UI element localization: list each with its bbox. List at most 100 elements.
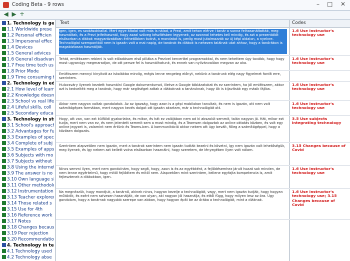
tree-item-label: 1.8 Prior Mode bbox=[7, 69, 39, 75]
tree-item-label: 2.1 How level of learn bbox=[7, 87, 54, 93]
code-color-icon bbox=[2, 219, 6, 223]
tree-item-label: 3.17 Notes bbox=[7, 219, 31, 225]
tree-item-label: 3.6 Subjects with mo bbox=[7, 153, 54, 159]
code-color-icon bbox=[2, 21, 6, 25]
table-row-codes[interactable]: 1.6 Use instructor's technology use bbox=[292, 29, 348, 54]
tree-item-label: 3.13 Teacher explored bbox=[7, 195, 54, 201]
code-color-icon bbox=[2, 255, 6, 259]
tree-item-label: 2.4 Lifeful skills, coll bbox=[7, 105, 52, 111]
tree-item-label: 1.6 General disadvan bbox=[7, 57, 54, 63]
table-row-text[interactable]: Tehát, emlékszem rebleni is volt előadás… bbox=[59, 57, 287, 69]
tree-item-label: 3.4 Complete of subj bbox=[7, 141, 53, 147]
code-color-icon bbox=[2, 237, 6, 241]
table-row-codes[interactable]: 1.6 Use instructor's technology use bbox=[292, 167, 348, 187]
table-row-codes[interactable]: 1.6 Use instructor's technology use bbox=[292, 102, 348, 114]
tree-item-label: 1.4 Devices bbox=[7, 45, 33, 51]
tree-item-label: 3.19 Peer rejection bbox=[7, 231, 49, 237]
row-divider bbox=[56, 100, 350, 101]
row-divider bbox=[56, 81, 350, 82]
code-color-icon bbox=[2, 87, 6, 91]
tree-item-label: 3.1 School's approach bbox=[7, 123, 54, 129]
table-row-codes[interactable]: 1.6 Use instructor's technology use bbox=[292, 57, 348, 69]
code-color-icon bbox=[2, 123, 6, 127]
code-color-icon bbox=[2, 75, 6, 79]
table-row-text[interactable]: Igen, igen, es szokásokkallal. Mert egye… bbox=[59, 29, 287, 54]
tree-item[interactable]: 4.2 Technology abse bbox=[2, 255, 54, 261]
row-divider bbox=[56, 115, 350, 116]
tree-item-label: 1.1 Worldwide prese bbox=[7, 27, 52, 33]
code-color-icon bbox=[2, 99, 6, 103]
table-row-text[interactable]: Nincs semmi ilyen, mert nem gondolnám, h… bbox=[59, 167, 287, 187]
tree-item-label: 3.10 Own language sk bbox=[7, 177, 54, 183]
code-color-icon bbox=[2, 171, 6, 175]
tree-item-label: 3.8 Using the internet bbox=[7, 165, 54, 171]
window-title: Coding Beta - 9 rows bbox=[12, 2, 65, 8]
table-row-text[interactable]: Na megnézzük, hogy mondjuk, a tanárnő, a… bbox=[59, 190, 287, 218]
code-color-icon bbox=[2, 129, 6, 133]
title-bar: Coding Beta - 9 rows – □ ✕ bbox=[0, 0, 350, 11]
nav-back-icon[interactable]: ◀ bbox=[3, 12, 9, 18]
tree-item-label: 2.3 School vs real life bbox=[7, 99, 54, 105]
code-color-icon bbox=[2, 207, 6, 211]
code-color-icon bbox=[2, 153, 6, 157]
code-color-icon bbox=[2, 93, 6, 97]
table-row-text[interactable]: Akkor nem nagyon voltak gondolatok. Az a… bbox=[59, 102, 287, 114]
toolbar: ◀ ▶ + bbox=[0, 11, 350, 20]
code-color-icon bbox=[2, 105, 6, 109]
tree-item-label: 3.5 Examples of apps bbox=[7, 147, 54, 153]
code-color-icon bbox=[2, 225, 6, 229]
row-divider bbox=[56, 188, 350, 189]
table-row-codes[interactable]: 3.15 Changes because of Covid bbox=[292, 144, 348, 164]
minimize-button[interactable]: – bbox=[312, 0, 324, 10]
code-color-icon bbox=[2, 135, 6, 139]
column-header-codes[interactable]: Codes bbox=[292, 20, 306, 27]
table-header: Text Codes bbox=[56, 20, 350, 28]
code-color-icon bbox=[2, 249, 6, 253]
code-color-icon bbox=[2, 177, 6, 181]
tree-item-label: 3.14 Those related s bbox=[7, 201, 52, 207]
table-row-text[interactable]: Emlékszem mennyi kinyitott az iskolákba … bbox=[59, 72, 287, 80]
tree-item-label: 4. Technology in teachin bbox=[7, 243, 54, 249]
add-icon[interactable]: + bbox=[19, 12, 25, 18]
tree-item-label: 3.7 Subjects without bbox=[7, 159, 52, 165]
tree-item-label: 2.2 Knowledge doesn' bbox=[7, 93, 54, 99]
tree-item-label: 3.18 Changes becaus bbox=[7, 225, 54, 231]
table-row-codes[interactable]: 1.6 Use instructor's technology use bbox=[292, 83, 348, 99]
table-row-text[interactable]: Hulocsváry ilyenek kezdett használni Goo… bbox=[59, 83, 287, 99]
nav-forward-icon[interactable]: ▶ bbox=[11, 12, 17, 18]
code-color-icon bbox=[2, 69, 6, 73]
tree-item-label: 3.16 Reference work bbox=[7, 213, 53, 219]
tree-item-label: 3.12 Instrumentation bbox=[7, 189, 54, 195]
close-button[interactable]: ✕ bbox=[337, 0, 349, 10]
row-divider bbox=[56, 70, 350, 71]
code-color-icon bbox=[2, 81, 6, 85]
app-icon bbox=[3, 2, 9, 8]
code-color-icon bbox=[2, 165, 6, 169]
table-row-codes[interactable] bbox=[292, 72, 348, 80]
code-color-icon bbox=[2, 159, 6, 163]
table-row-codes[interactable]: 3.5 Use subjects integrating technology bbox=[292, 117, 348, 141]
code-color-icon bbox=[2, 27, 6, 31]
tree-item-label: 3.9 The answer is no bbox=[7, 171, 53, 177]
code-color-icon bbox=[2, 243, 6, 247]
code-color-icon bbox=[2, 39, 6, 43]
code-color-icon bbox=[2, 195, 6, 199]
tree-item-label: 3.3 Examples of spec bbox=[7, 135, 54, 141]
code-color-icon bbox=[2, 141, 6, 145]
maximize-button[interactable]: □ bbox=[324, 0, 336, 10]
row-divider bbox=[56, 219, 350, 220]
coding-table: Text Codes Igen, igen, es szokásokkallal… bbox=[56, 20, 350, 261]
tree-item-label: 1.3 Impersonal effec bbox=[7, 39, 53, 45]
code-color-icon bbox=[2, 63, 6, 67]
column-header-text[interactable]: Text bbox=[60, 20, 69, 27]
tree-item-label: 3.20 Recommendatio bbox=[7, 237, 54, 243]
column-divider[interactable] bbox=[289, 20, 290, 261]
table-row-text[interactable]: Szerintem alapvetően nem igazán, mert a … bbox=[59, 144, 287, 164]
tree-item-label: 3.2 Advantages for fu bbox=[7, 129, 54, 135]
code-color-icon bbox=[2, 33, 6, 37]
code-tree[interactable]: 1. Technology is general1.1 Worldwide pr… bbox=[0, 20, 56, 261]
tree-item-label: 3. Technology in studyin bbox=[7, 117, 54, 123]
tree-item-label: 4.2 Technology abse bbox=[7, 255, 52, 261]
table-row-codes[interactable]: 1.6 Use instructor's technology use; 3.1… bbox=[292, 190, 348, 218]
table-row-text[interactable]: Hogy, ott van, van ezt külföldi gyakorla… bbox=[59, 117, 287, 141]
